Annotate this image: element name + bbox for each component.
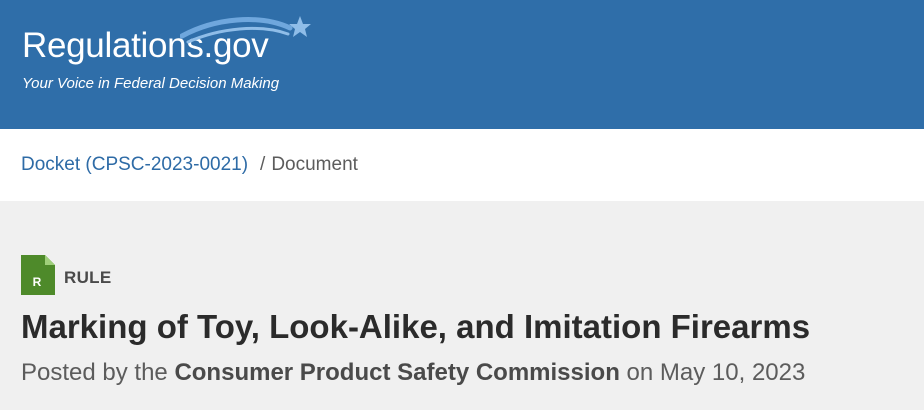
- document-title: Marking of Toy, Look-Alike, and Imitatio…: [21, 308, 811, 345]
- document-main: R RULE Marking of Toy, Look-Alike, and I…: [0, 201, 924, 387]
- breadcrumb: Docket (CPSC-2023-0021) / Document: [0, 129, 924, 201]
- rule-document-icon: R: [21, 255, 55, 295]
- posted-by-line: Posted by the Consumer Product Safety Co…: [21, 359, 924, 387]
- posted-date: May 10, 2023: [659, 359, 806, 386]
- document-type-label: RULE: [64, 268, 112, 287]
- breadcrumb-docket-link[interactable]: Docket (CPSC-2023-0021): [21, 154, 248, 176]
- swoosh-star-icon: [180, 16, 311, 44]
- document-type-row: R RULE: [21, 255, 924, 295]
- site-header: Regulations.gov Your Voice in Federal De…: [0, 0, 924, 129]
- rule-icon-letter: R: [33, 275, 42, 289]
- site-tagline: Your Voice in Federal Decision Making: [22, 75, 280, 92]
- posted-prefix: Posted by the: [21, 359, 168, 386]
- agency-name: Consumer Product Safety Commission: [174, 359, 620, 386]
- posted-on-word: on: [626, 359, 654, 386]
- breadcrumb-current: Document: [271, 154, 358, 175]
- breadcrumb-separator: /: [260, 154, 266, 175]
